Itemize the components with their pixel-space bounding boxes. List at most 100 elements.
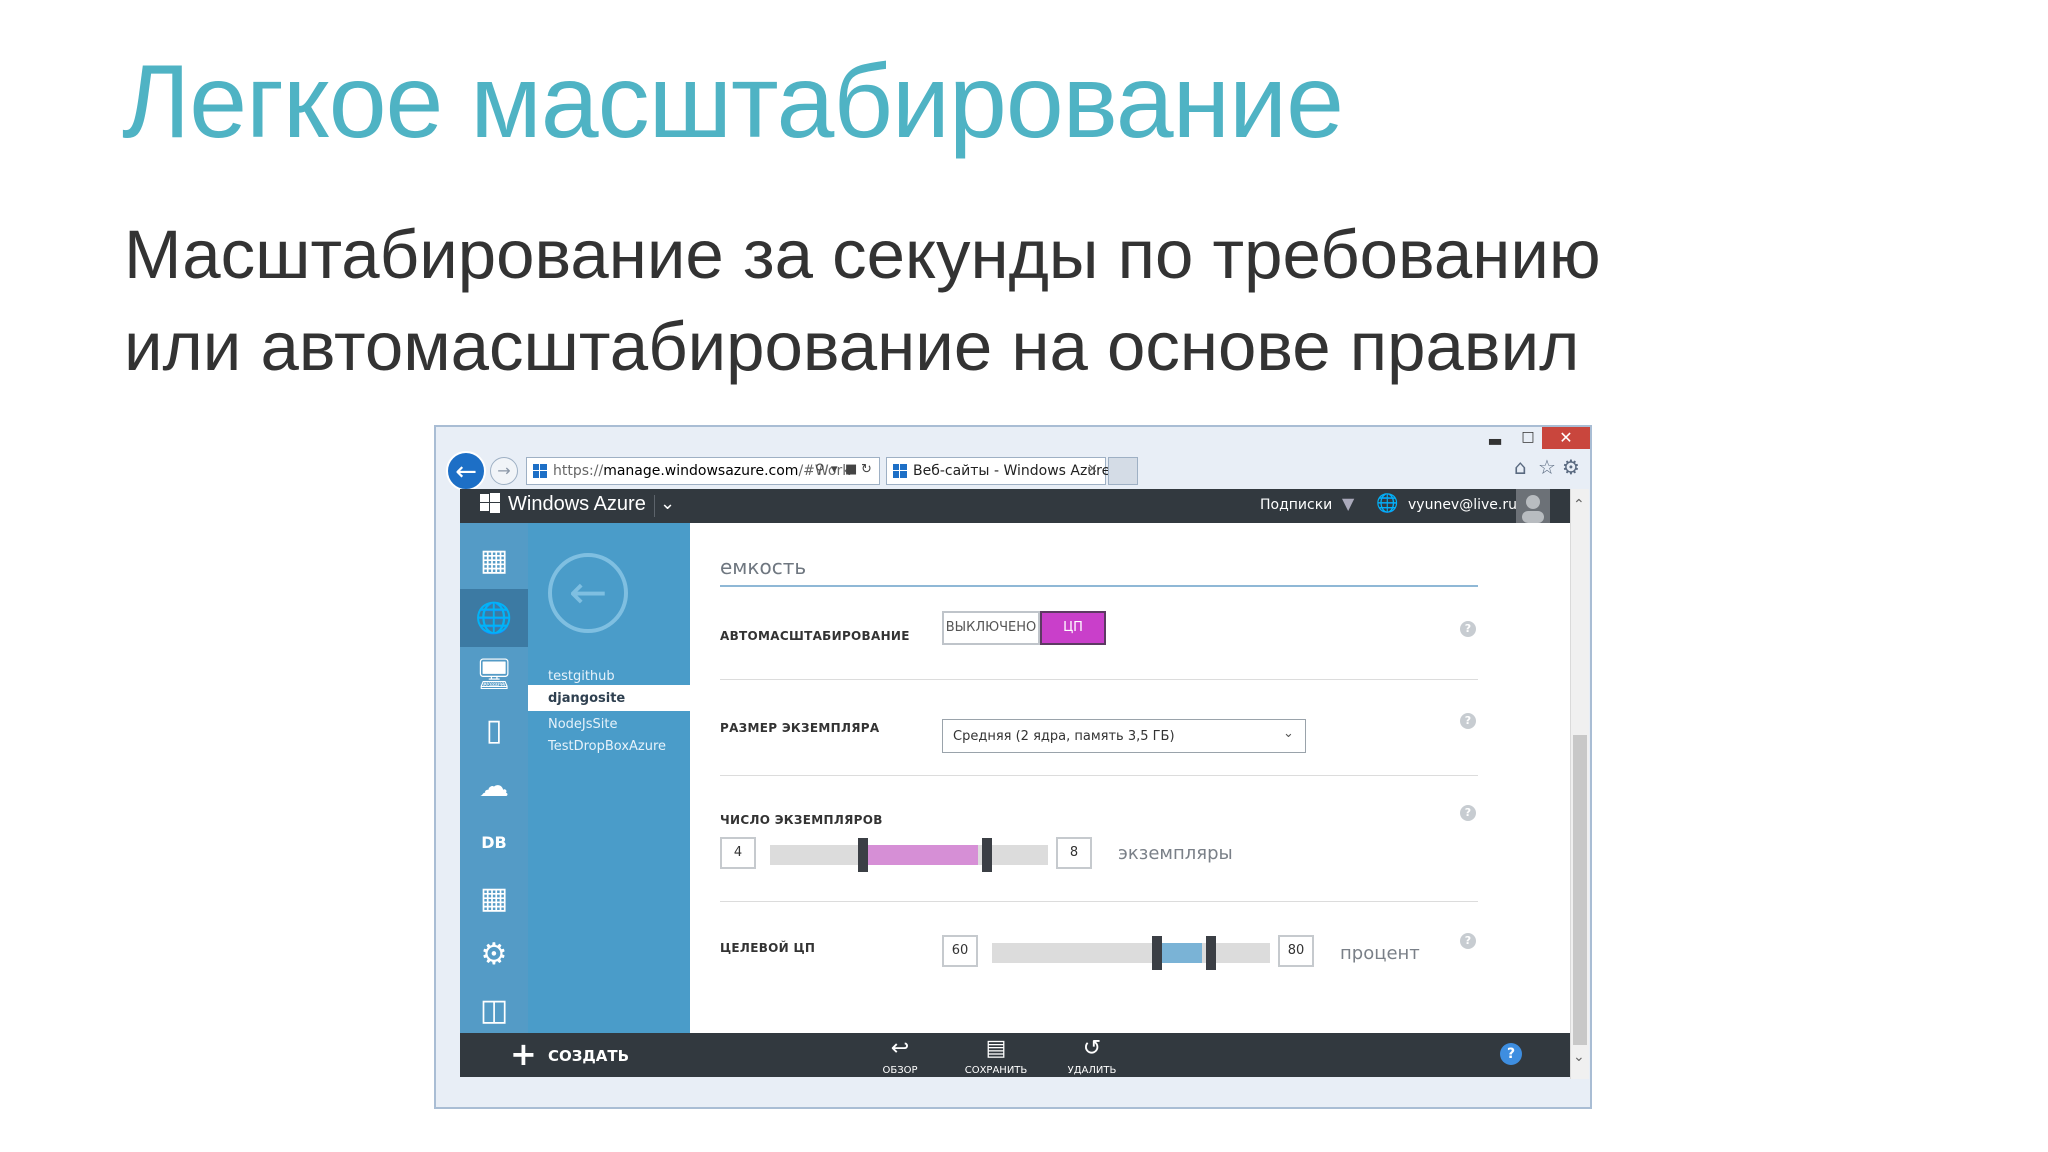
browser-window: ▬ □ ✕ ← → https://manage.windowsazure.co… bbox=[434, 425, 1592, 1109]
target-cpu-min-handle[interactable] bbox=[1152, 936, 1162, 970]
mobile-services-icon[interactable]: ▯ bbox=[472, 709, 516, 753]
browser-tab[interactable]: Веб-сайты - Windows Azure ✕ bbox=[886, 457, 1110, 485]
target-cpu-label: ЦЕЛЕВОЙ ЦП bbox=[720, 941, 816, 955]
back-arrow-icon[interactable]: ← bbox=[446, 451, 486, 491]
instance-count-max-input[interactable]: 8 bbox=[1056, 837, 1092, 869]
url-text: https://manage.windowsazure.com/#Work bbox=[553, 463, 850, 479]
back-arrow-icon[interactable]: ← bbox=[548, 553, 628, 633]
user-silhouette-icon bbox=[1522, 495, 1544, 523]
address-bar[interactable]: https://manage.windowsazure.com/#Work ⚲ … bbox=[526, 457, 880, 485]
create-label: СОЗДАТЬ bbox=[548, 1047, 630, 1065]
instance-count-label: ЧИСЛО ЭКЗЕМПЛЯРОВ bbox=[720, 813, 883, 827]
command-bar: + СОЗДАТЬ ↩ ОБЗОР ▤ СОХРАНИТЬ ↺ УДАЛИТЬ … bbox=[460, 1033, 1570, 1077]
chevron-down-icon[interactable]: ⌄ bbox=[1573, 1049, 1585, 1065]
target-cpu-unit: процент bbox=[1340, 943, 1420, 964]
refresh-icon[interactable]: ↻ bbox=[861, 462, 872, 477]
section-title: емкость bbox=[720, 555, 807, 579]
help-icon[interactable]: ? bbox=[1460, 713, 1476, 729]
maximize-icon[interactable]: □ bbox=[1514, 429, 1542, 449]
user-email[interactable]: vyunev@live.ru bbox=[1408, 497, 1517, 513]
help-icon[interactable]: ? bbox=[1460, 933, 1476, 949]
settings-gear-icon[interactable]: ⚙ bbox=[1562, 455, 1580, 479]
filter-icon[interactable]: ▼ bbox=[1342, 494, 1354, 513]
browser-tab-title: Веб-сайты - Windows Azure bbox=[913, 463, 1111, 479]
portal-brand[interactable]: Windows Azure bbox=[480, 493, 646, 516]
media-services-icon[interactable]: ◫ bbox=[472, 989, 516, 1033]
site-item-testdropboxazure[interactable]: TestDropBoxAzure bbox=[548, 739, 666, 754]
subscriptions-link[interactable]: Подписки bbox=[1260, 497, 1332, 513]
search-icon[interactable]: ⚲ bbox=[815, 462, 825, 477]
websites-globe-icon[interactable]: 🌐 bbox=[472, 597, 516, 641]
new-tab-button[interactable] bbox=[1108, 457, 1138, 485]
target-cpu-max-handle[interactable] bbox=[1206, 936, 1216, 970]
browse-icon: ↩ bbox=[890, 1036, 910, 1061]
forward-arrow-icon[interactable]: → bbox=[490, 457, 518, 485]
save-button[interactable]: ▤ СОХРАНИТЬ bbox=[956, 1036, 1036, 1077]
tab-close-icon[interactable]: ✕ bbox=[1087, 462, 1098, 477]
instance-size-label: РАЗМЕР ЭКЗЕМПЛЯРА bbox=[720, 721, 880, 735]
instance-count-min-handle[interactable] bbox=[858, 838, 868, 872]
help-icon[interactable]: ? bbox=[1460, 621, 1476, 637]
site-item-testgithub[interactable]: testgithub bbox=[548, 669, 615, 684]
lock-icon: ■ bbox=[845, 462, 858, 477]
delete-button[interactable]: ↺ УДАЛИТЬ bbox=[1052, 1036, 1132, 1077]
undo-icon: ↺ bbox=[1082, 1036, 1102, 1061]
instance-size-value: Средняя (2 ядра, память 3,5 ГБ) bbox=[953, 729, 1175, 744]
target-cpu-slider-range bbox=[1160, 943, 1202, 963]
scale-settings-content: емкость АВТОМАСШТАБИРОВАНИЕ ВЫКЛЮЧЕНО ЦП… bbox=[690, 523, 1548, 1033]
sql-databases-icon[interactable]: DB bbox=[472, 821, 516, 865]
home-icon[interactable]: ⌂ bbox=[1514, 455, 1527, 479]
row-divider bbox=[720, 679, 1478, 680]
virtual-machines-icon[interactable]: 🖥 bbox=[472, 653, 516, 697]
cloud-services-icon[interactable]: ☁ bbox=[472, 765, 516, 809]
minimize-icon[interactable]: ▬ bbox=[1481, 431, 1509, 451]
help-icon[interactable]: ? bbox=[1500, 1043, 1522, 1065]
create-button[interactable]: + СОЗДАТЬ bbox=[480, 1033, 629, 1077]
scrollbar-thumb[interactable] bbox=[1573, 735, 1587, 1045]
help-icon[interactable]: ? bbox=[1460, 805, 1476, 821]
chevron-down-icon: ⌄ bbox=[1283, 726, 1294, 741]
chevron-up-icon[interactable]: ⌃ bbox=[1573, 497, 1585, 513]
target-cpu-slider-track[interactable] bbox=[992, 943, 1270, 963]
slide-title: Легкое масштабирование bbox=[122, 44, 1344, 160]
hdinsight-icon[interactable]: ⚙ bbox=[472, 933, 516, 977]
instance-count-slider-range bbox=[864, 845, 978, 865]
header-divider bbox=[654, 495, 655, 517]
site-item-selected[interactable]: djangosite bbox=[528, 685, 690, 711]
browse-button[interactable]: ↩ ОБЗОР bbox=[860, 1036, 940, 1077]
windows-logo-icon bbox=[480, 493, 500, 513]
instance-count-max-handle[interactable] bbox=[982, 838, 992, 872]
instance-count-min-input[interactable]: 4 bbox=[720, 837, 756, 869]
save-disk-icon: ▤ bbox=[985, 1036, 1007, 1061]
instance-size-select[interactable]: Средняя (2 ядра, память 3,5 ГБ) ⌄ bbox=[942, 719, 1306, 753]
scrollbar[interactable]: ⌃ ⌄ bbox=[1570, 489, 1589, 1079]
chevron-down-icon[interactable]: ⌄ bbox=[660, 493, 675, 514]
section-underline bbox=[720, 585, 1478, 587]
url-host: manage.windowsazure.com bbox=[603, 463, 799, 479]
delete-label: УДАЛИТЬ bbox=[1067, 1065, 1117, 1076]
url-scheme: https:// bbox=[553, 463, 604, 479]
windows-logo-icon bbox=[893, 464, 907, 478]
save-label: СОХРАНИТЬ bbox=[964, 1065, 1028, 1076]
dropdown-icon[interactable]: ▾ bbox=[831, 462, 838, 477]
autoscale-off-button[interactable]: ВЫКЛЮЧЕНО bbox=[942, 611, 1040, 645]
instance-count-unit: экземпляры bbox=[1118, 843, 1233, 864]
portal-header: Windows Azure ⌄ Подписки ▼ 🌐 vyunev@live… bbox=[460, 489, 1570, 523]
slide-subtitle-line-1: Масштабирование за секунды по требованию bbox=[124, 216, 1601, 293]
storage-table-icon[interactable]: ▦ bbox=[472, 877, 516, 921]
target-cpu-min-input[interactable]: 60 bbox=[942, 935, 978, 967]
site-item-nodejssite[interactable]: NodeJsSite bbox=[548, 717, 618, 732]
target-cpu-max-input[interactable]: 80 bbox=[1278, 935, 1314, 967]
all-items-grid-icon[interactable]: ▦ bbox=[472, 539, 516, 583]
slide-subtitle-line-2: или автомасштабирование на основе правил bbox=[124, 308, 1580, 385]
portal-brand-text: Windows Azure bbox=[508, 493, 646, 515]
row-divider bbox=[720, 901, 1478, 902]
close-icon[interactable]: ✕ bbox=[1542, 427, 1590, 449]
site-item-label: djangosite bbox=[548, 691, 626, 706]
autoscale-cpu-button[interactable]: ЦП bbox=[1040, 611, 1106, 645]
favorites-star-icon[interactable]: ☆ bbox=[1538, 455, 1556, 479]
globe-icon[interactable]: 🌐 bbox=[1376, 493, 1398, 514]
avatar[interactable] bbox=[1516, 489, 1550, 523]
browse-label: ОБЗОР bbox=[882, 1065, 918, 1076]
sidebar: ▦ 🌐 🖥 ▯ ☁ DB ▦ ⚙ ◫ bbox=[460, 523, 528, 1033]
